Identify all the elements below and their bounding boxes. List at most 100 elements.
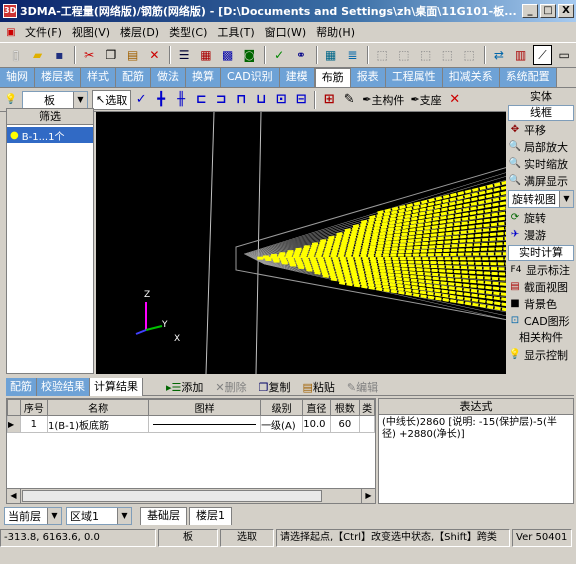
tab-calc-result[interactable]: 计算结果 xyxy=(90,378,143,396)
check-icon[interactable]: ✓ xyxy=(269,45,289,65)
menu-view[interactable]: 视图(V) xyxy=(67,24,115,40)
rebar-shape-5-icon[interactable]: ⊡ xyxy=(271,90,291,110)
support-button[interactable]: ✒ 支座 xyxy=(407,90,444,110)
grid-icon[interactable]: ▩ xyxy=(218,45,238,65)
tab-deduction[interactable]: 扣减关系 xyxy=(442,68,500,87)
add-button[interactable]: ▸☰ 添加 xyxy=(160,379,209,395)
wireframe-box[interactable]: 线框 xyxy=(508,105,574,121)
tab-method[interactable]: 做法 xyxy=(151,68,186,87)
realtime-zoom-button[interactable]: 🔍 实时缩放 xyxy=(506,155,576,172)
tab-modeling[interactable]: 建模 xyxy=(279,68,315,87)
tab-floor-1[interactable]: 楼层1 xyxy=(189,507,232,525)
paste-icon[interactable]: ▤ xyxy=(123,45,143,65)
cell-level[interactable]: 一级(A) xyxy=(260,415,304,433)
cell-diameter[interactable]: 10.0 xyxy=(302,415,331,433)
edit-button[interactable]: ✎ 编辑 xyxy=(341,379,384,395)
section-view-button[interactable]: ▤ 截面视图 xyxy=(506,278,576,295)
scroll-right-icon[interactable]: ▶ xyxy=(361,489,375,503)
tab-rebar-config[interactable]: 配筋 xyxy=(116,68,151,87)
tab-check-result[interactable]: 校验结果 xyxy=(37,378,90,396)
list-icon[interactable]: ☰ xyxy=(174,45,194,65)
fit-screen-button[interactable]: 🔍 满屏显示 xyxy=(506,172,576,189)
brush-icon[interactable]: ✎ xyxy=(339,90,359,110)
save-icon[interactable]: ▪ xyxy=(50,45,70,65)
minimize-button[interactable]: _ xyxy=(522,4,538,18)
table-row[interactable]: ▶ 1 1(B-1)板底筋 一级(A) 10.0 60 xyxy=(7,415,375,433)
tab-report[interactable]: 报表 xyxy=(350,68,386,87)
tab-cad-recognize[interactable]: CAD识别 xyxy=(221,68,280,87)
cross-plus-icon[interactable]: ╋ xyxy=(151,90,171,110)
rebar-shape-3-icon[interactable]: ⊓ xyxy=(231,90,251,110)
menu-tools[interactable]: 工具(T) xyxy=(212,24,259,40)
tab-style[interactable]: 样式 xyxy=(81,68,116,87)
list-item[interactable]: ● B-1...1个 xyxy=(7,127,93,143)
realtime-calc-box[interactable]: 实时计算 xyxy=(508,245,574,261)
tab-system-config[interactable]: 系统配置 xyxy=(499,68,557,87)
image-icon[interactable]: ◙ xyxy=(240,45,260,65)
menu-help[interactable]: 帮助(H) xyxy=(311,24,360,40)
scroll-thumb[interactable] xyxy=(22,490,322,502)
member-type-combo[interactable]: 板 ▼ xyxy=(22,90,88,109)
layers-icon[interactable]: ≣ xyxy=(343,45,363,65)
menu-floor[interactable]: 楼层(D) xyxy=(115,24,164,40)
member-5-icon[interactable]: ⬚ xyxy=(459,45,479,65)
delete-button[interactable]: ✕ 删除 xyxy=(209,379,252,395)
copy-button[interactable]: ❐ 复制 xyxy=(253,379,297,395)
delete-x-icon[interactable]: ✕ xyxy=(445,90,465,110)
cell-no[interactable]: 1 xyxy=(19,415,49,433)
col-header[interactable]: 级别 xyxy=(260,399,304,416)
tab-foundation-floor[interactable]: 基础层 xyxy=(140,507,187,525)
bulb-icon[interactable]: 💡 xyxy=(4,93,18,107)
rebar-shape-6-icon[interactable]: ⊟ xyxy=(291,90,311,110)
rotate-button[interactable]: ⟳ 旋转 xyxy=(506,209,576,226)
pan-button[interactable]: ✥ 平移 xyxy=(506,121,576,138)
menu-window[interactable]: 窗口(W) xyxy=(260,24,311,40)
col-header[interactable]: 图样 xyxy=(148,399,262,416)
cell-type[interactable] xyxy=(359,415,375,433)
region-combo[interactable]: 区域1 ▼ xyxy=(66,507,132,525)
close-button[interactable]: X xyxy=(558,4,574,18)
main-member-button[interactable]: ✒ 主构件 xyxy=(359,90,407,110)
rebar-shape-4-icon[interactable]: ⊔ xyxy=(251,90,271,110)
paste-button[interactable]: ▤ 粘贴 xyxy=(296,379,340,395)
new-file-icon[interactable]: ▯ xyxy=(6,45,26,65)
member-2-icon[interactable]: ⬚ xyxy=(394,45,414,65)
link-icon[interactable]: ⚭ xyxy=(291,45,311,65)
delete-icon[interactable]: ✕ xyxy=(145,45,165,65)
grid-select-icon[interactable]: ⊞ xyxy=(319,90,339,110)
cell-name[interactable]: 1(B-1)板底筋 xyxy=(47,415,150,433)
measure-icon[interactable]: ⇄ xyxy=(489,45,509,65)
col-header[interactable]: 序号 xyxy=(19,399,49,416)
copy-icon[interactable]: ❐ xyxy=(101,45,121,65)
chart-icon[interactable]: ▥ xyxy=(511,45,531,65)
cell-shape[interactable] xyxy=(148,415,262,433)
zoom-window-button[interactable]: 🔍 局部放大 xyxy=(506,138,576,155)
display-control-button[interactable]: 💡 显示控制 xyxy=(506,346,576,363)
tab-rebar[interactable]: 配筋 xyxy=(6,378,37,396)
cad-shape-button[interactable]: ⊡ CAD图形 xyxy=(506,312,576,329)
rotate-view-combo[interactable]: 旋转视图 ▼ xyxy=(508,190,574,208)
maximize-button[interactable]: □ xyxy=(540,4,556,18)
calc-grid-icon[interactable]: ▦ xyxy=(321,45,341,65)
col-header[interactable]: 直径 xyxy=(302,399,331,416)
scroll-left-icon[interactable]: ◀ xyxy=(7,489,21,503)
select-button[interactable]: ↖ 选取 xyxy=(92,89,132,110)
menu-type[interactable]: 类型(C) xyxy=(164,24,212,40)
member-4-icon[interactable]: ⬚ xyxy=(438,45,458,65)
col-header[interactable]: 名称 xyxy=(47,399,150,416)
draw-icon[interactable]: ⟋ xyxy=(532,45,553,65)
rebar-shape-1-icon[interactable]: ⊏ xyxy=(191,90,211,110)
cut-icon[interactable]: ✂ xyxy=(79,45,99,65)
table-icon[interactable]: ▦ xyxy=(196,45,216,65)
member-3-icon[interactable]: ⬚ xyxy=(416,45,436,65)
walk-button[interactable]: ✈ 漫游 xyxy=(506,226,576,243)
bg-color-button[interactable]: ■ 背景色 xyxy=(506,295,576,312)
cell-count[interactable]: 60 xyxy=(329,415,361,433)
checkmark-icon[interactable]: ✓ xyxy=(131,90,151,110)
tab-project-attr[interactable]: 工程属性 xyxy=(385,68,443,87)
show-label-button[interactable]: F4 显示标注 xyxy=(506,261,576,278)
horizontal-scrollbar[interactable]: ◀ ▶ xyxy=(6,488,376,504)
double-bar-icon[interactable]: ╫ xyxy=(171,90,191,110)
tab-rebar-layout[interactable]: 布筋 xyxy=(314,68,351,87)
col-header[interactable]: 根数 xyxy=(329,399,361,416)
